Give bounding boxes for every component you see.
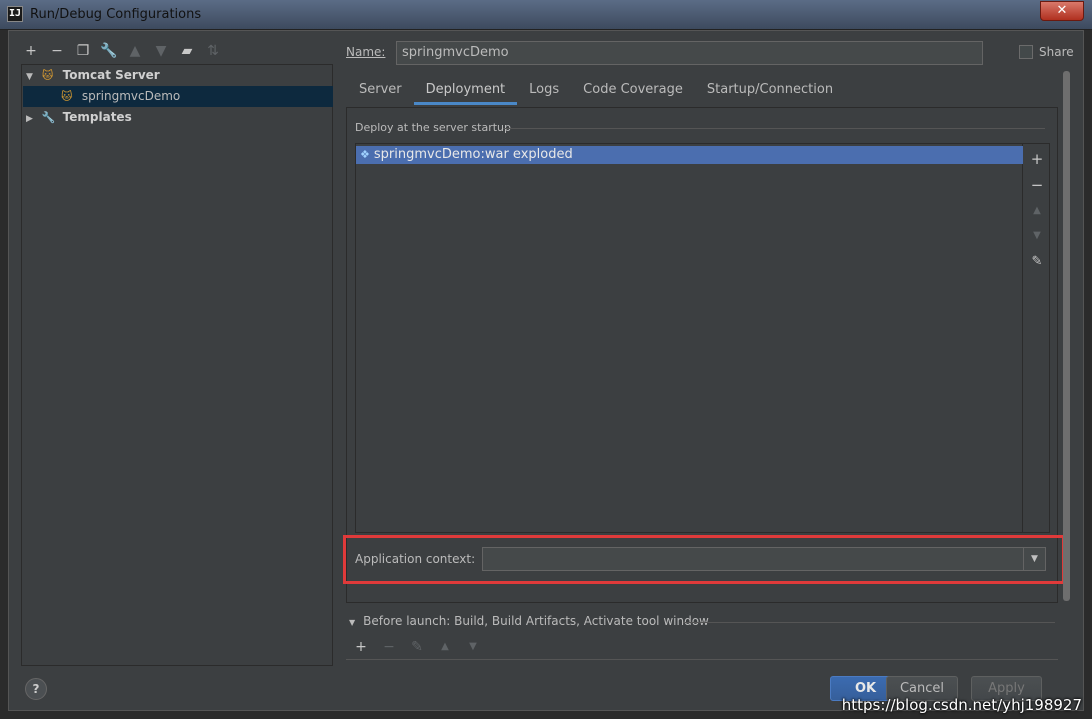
collapse-arrow-icon[interactable]: ▶ bbox=[26, 109, 38, 130]
title-bar: IJ Run/Debug Configurations ✕ bbox=[0, 0, 1092, 30]
chevron-down-icon[interactable]: ▼ bbox=[1023, 548, 1045, 570]
sort-icon[interactable]: ⇅ bbox=[203, 41, 223, 61]
intellij-app-icon: IJ bbox=[7, 6, 23, 22]
tree-node-templates[interactable]: ▶ 🔧 Templates bbox=[26, 107, 132, 128]
edit-pencil-icon[interactable]: ✎ bbox=[1029, 254, 1045, 270]
remove-artifact-icon[interactable]: − bbox=[1029, 177, 1045, 193]
name-input[interactable]: springmvcDemo bbox=[396, 41, 983, 65]
tree-node-tomcat[interactable]: ▼ 🐱 Tomcat Server bbox=[26, 65, 160, 86]
before-launch-separator bbox=[683, 622, 1055, 623]
help-button[interactable]: ? bbox=[25, 678, 47, 700]
config-tree: ▼ 🐱 Tomcat Server 🐱 springmvcDemo ▶ 🔧 Te… bbox=[21, 64, 333, 666]
watermark-url: https://blog.csdn.net/yhj198927 bbox=[841, 696, 1082, 714]
wrench-icon: 🔧 bbox=[41, 111, 56, 124]
window-title: Run/Debug Configurations bbox=[30, 7, 202, 22]
app-context-combo[interactable]: ▼ bbox=[482, 547, 1046, 571]
tab-startup-connection[interactable]: Startup/Connection bbox=[695, 79, 845, 105]
move-up-icon[interactable]: ▲ bbox=[435, 637, 455, 657]
move-down-icon[interactable]: ▼ bbox=[151, 41, 171, 61]
tomcat-icon: 🐱 bbox=[61, 90, 73, 103]
before-launch-toolbar: + − ✎ ▲ ▼ bbox=[351, 637, 483, 657]
share-checkbox[interactable]: Share bbox=[1019, 45, 1074, 59]
edit-pencil-icon[interactable]: ✎ bbox=[407, 637, 427, 657]
before-launch-header[interactable]: ▼ Before launch: Build, Build Artifacts, … bbox=[349, 614, 709, 628]
config-toolbar: + − ❐ 🔧 ▲ ▼ ▰ ⇅ bbox=[21, 41, 223, 61]
tab-code-coverage[interactable]: Code Coverage bbox=[571, 79, 695, 105]
share-label: Share bbox=[1039, 45, 1074, 59]
move-up-icon[interactable]: ▲ bbox=[1029, 203, 1045, 219]
tomcat-icon: 🐱 bbox=[41, 69, 54, 82]
move-down-icon[interactable]: ▼ bbox=[1029, 228, 1045, 244]
config-tabs: Server Deployment Logs Code Coverage Sta… bbox=[347, 79, 845, 105]
tomcat-label: Tomcat Server bbox=[62, 68, 160, 82]
remove-icon[interactable]: − bbox=[379, 637, 399, 657]
name-label: Name: bbox=[346, 45, 386, 59]
add-icon[interactable]: + bbox=[21, 41, 41, 61]
deploy-section-label: Deploy at the server startup bbox=[355, 121, 512, 134]
artifact-label: springmvcDemo:war exploded bbox=[373, 147, 573, 162]
list-actions-bar bbox=[1023, 143, 1050, 533]
tab-logs[interactable]: Logs bbox=[517, 79, 571, 105]
add-icon[interactable]: + bbox=[351, 637, 371, 657]
app-context-label: Application context: bbox=[355, 552, 476, 566]
checkbox-box[interactable] bbox=[1019, 45, 1033, 59]
new-folder-icon[interactable]: ▰ bbox=[177, 41, 197, 61]
before-launch-label: Before launch: Build, Build Artifacts, A… bbox=[363, 614, 709, 628]
move-up-icon[interactable]: ▲ bbox=[125, 41, 145, 61]
tab-deployment[interactable]: Deployment bbox=[413, 79, 518, 105]
springmvcdemo-label: springmvcDemo bbox=[81, 89, 181, 103]
remove-icon[interactable]: − bbox=[47, 41, 67, 61]
collapse-caret-icon[interactable]: ▼ bbox=[349, 618, 355, 627]
move-down-icon[interactable]: ▼ bbox=[463, 637, 483, 657]
templates-label: Templates bbox=[62, 110, 132, 124]
artifact-icon: ❖ bbox=[360, 148, 370, 161]
section-separator bbox=[503, 128, 1045, 129]
close-window-button[interactable]: ✕ bbox=[1040, 1, 1084, 21]
wrench-icon[interactable]: 🔧 bbox=[99, 41, 119, 61]
bottom-separator bbox=[346, 659, 1058, 660]
tab-server[interactable]: Server bbox=[347, 79, 414, 105]
tree-node-springmvcdemo[interactable]: 🐱 springmvcDemo bbox=[23, 86, 333, 107]
add-artifact-icon[interactable]: + bbox=[1029, 151, 1045, 167]
vertical-scrollbar[interactable] bbox=[1063, 71, 1070, 601]
dialog-body: + − ❐ 🔧 ▲ ▼ ▰ ⇅ ▼ 🐱 Tomcat Server 🐱 spri… bbox=[8, 30, 1084, 711]
list-item[interactable]: ❖ springmvcDemo:war exploded bbox=[356, 146, 1023, 164]
deploy-artifact-list[interactable]: ❖ springmvcDemo:war exploded bbox=[355, 143, 1023, 533]
expand-arrow-icon[interactable]: ▼ bbox=[26, 67, 38, 88]
copy-icon[interactable]: ❐ bbox=[73, 41, 93, 61]
